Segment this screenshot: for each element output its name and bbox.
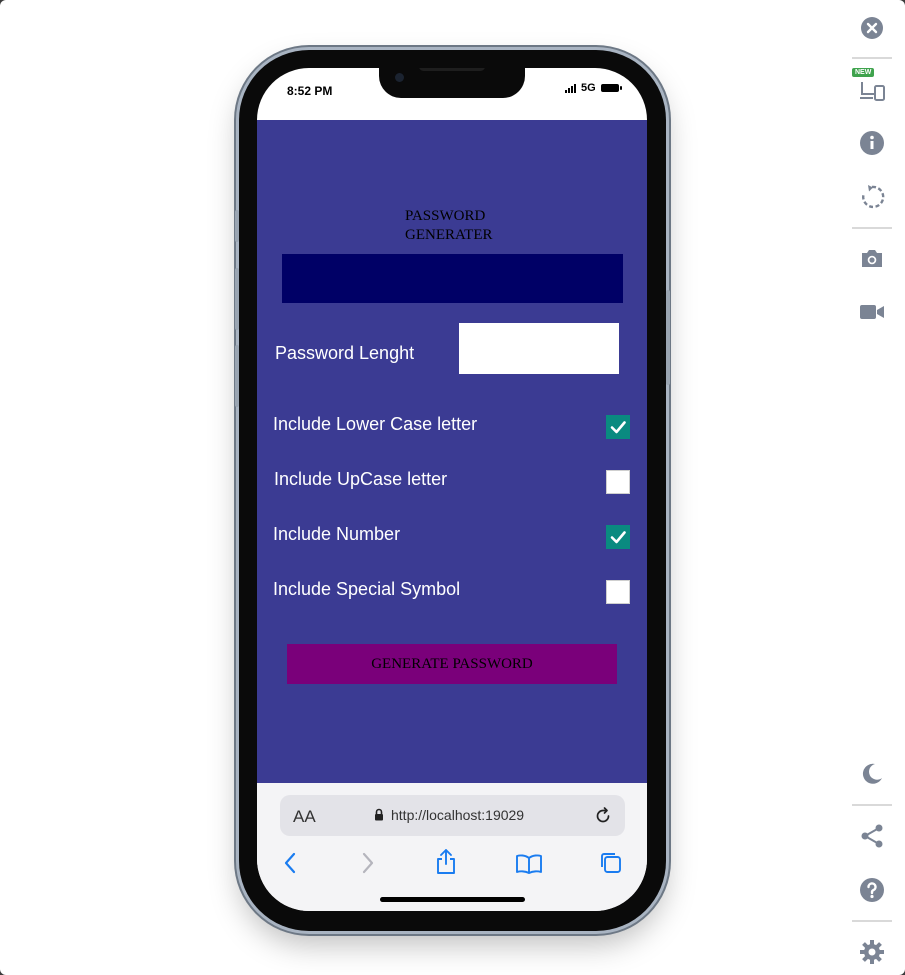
- option-number-checkbox[interactable]: [606, 525, 630, 549]
- page-title: PASSWORD GENERATER: [405, 208, 493, 243]
- device-switch-icon[interactable]: NEW: [852, 68, 886, 104]
- help-icon[interactable]: [858, 876, 886, 904]
- forward-icon[interactable]: [359, 851, 375, 875]
- notch: [379, 68, 525, 98]
- address-bar[interactable]: AA http://localhost:19029: [280, 795, 625, 836]
- option-number-label: Include Number: [273, 524, 401, 544]
- status-indicators: 5G: [565, 82, 622, 94]
- toolbar-divider: [852, 804, 892, 806]
- option-symbol-checkbox[interactable]: [606, 580, 630, 604]
- option-uppercase-label: Include UpCase letter: [274, 469, 448, 489]
- signal-icon: [565, 83, 576, 93]
- home-indicator: [380, 897, 525, 902]
- text-size-label: AA: [293, 807, 316, 826]
- url-text: http://localhost:19029: [391, 807, 525, 823]
- browser-bottom-bar: AA http://localhost:19029: [257, 783, 647, 911]
- share-icon[interactable]: [858, 822, 886, 850]
- password-length-label: Password Lenght: [275, 343, 415, 363]
- phone-power-button: [666, 290, 670, 385]
- toolbar-divider: [852, 920, 892, 922]
- device-preview-panel: NEW 8:52 PM 5G PASSWORD GENERATER Passwo…: [0, 0, 905, 975]
- reload-icon[interactable]: [593, 806, 613, 826]
- back-icon[interactable]: [283, 851, 299, 875]
- toolbar-divider: [852, 227, 892, 229]
- dark-mode-icon[interactable]: [858, 760, 886, 788]
- front-camera: [395, 73, 404, 82]
- camera-icon[interactable]: [858, 244, 886, 272]
- password-output: [282, 254, 623, 303]
- app-container: PASSWORD GENERATER Password Lenght Inclu…: [257, 120, 647, 783]
- settings-gear-icon[interactable]: [858, 938, 886, 966]
- checkmark-icon: [610, 421, 626, 434]
- rotate-icon[interactable]: [858, 183, 886, 211]
- new-badge: NEW: [852, 68, 875, 77]
- bookmarks-icon[interactable]: [515, 853, 543, 875]
- phone-mute-switch: [235, 210, 239, 242]
- option-symbol-label: Include Special Symbol: [273, 579, 461, 599]
- phone-screen: 8:52 PM 5G PASSWORD GENERATER Password L…: [257, 68, 647, 911]
- battery-icon: [600, 84, 622, 92]
- phone-volume-down: [235, 345, 239, 407]
- lock-icon: [375, 808, 383, 821]
- speaker: [419, 68, 485, 71]
- option-lowercase-checkbox[interactable]: [606, 415, 630, 439]
- status-time: 8:52 PM: [287, 84, 333, 98]
- checkmark-icon: [610, 531, 626, 544]
- share-sheet-icon[interactable]: [435, 847, 457, 875]
- text-size-button[interactable]: AA: [293, 807, 316, 827]
- preview-toolbar: NEW: [852, 0, 892, 975]
- toolbar-divider: [852, 57, 892, 59]
- info-icon[interactable]: [858, 129, 886, 157]
- video-camera-icon[interactable]: [858, 298, 886, 326]
- phone-volume-up: [235, 268, 239, 330]
- option-lowercase-label: Include Lower Case letter: [273, 414, 478, 434]
- generate-password-button[interactable]: GENERATE PASSWORD: [287, 644, 617, 684]
- tabs-icon[interactable]: [599, 851, 623, 875]
- close-icon[interactable]: [858, 14, 886, 42]
- network-type: 5G: [581, 82, 596, 94]
- password-length-input[interactable]: [459, 323, 619, 374]
- option-uppercase-checkbox[interactable]: [606, 470, 630, 494]
